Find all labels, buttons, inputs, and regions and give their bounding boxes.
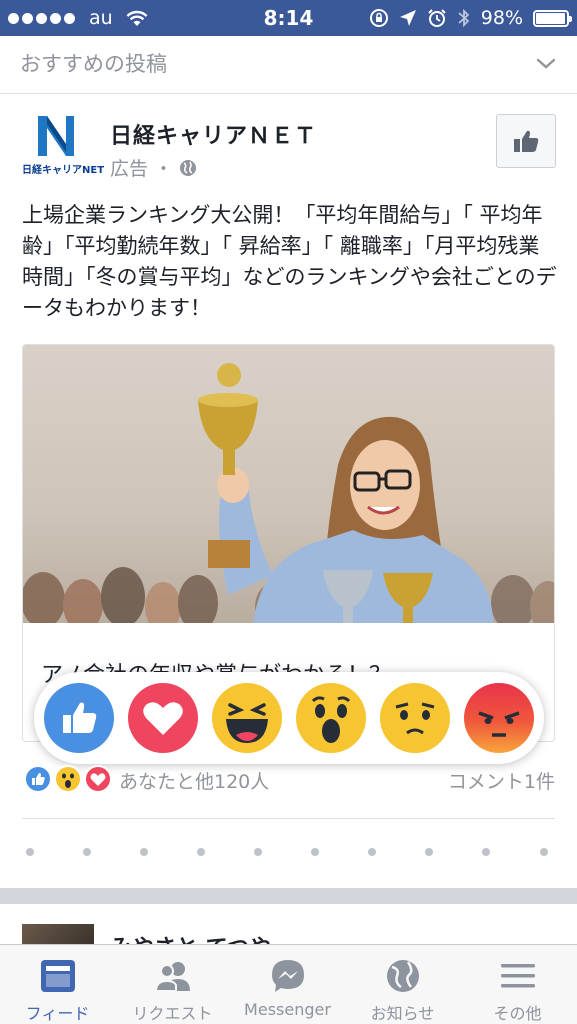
reaction-wow-button[interactable] (296, 683, 366, 753)
location-icon (399, 10, 416, 26)
wow-mini-icon (54, 765, 82, 793)
thumbs-up-icon (514, 130, 539, 152)
divider (22, 818, 555, 819)
page-dot (26, 848, 34, 856)
next-post[interactable]: みやさと てつや (0, 904, 577, 948)
reaction-love-button[interactable] (128, 683, 198, 753)
surprised-face-icon (311, 696, 351, 743)
tab-messenger[interactable]: Messenger (230, 945, 345, 1024)
love-mini-icon (84, 765, 112, 793)
feed-icon (41, 960, 75, 992)
section-title: おすすめの投稿 (20, 52, 167, 76)
friend-requests-icon (154, 962, 190, 992)
battery-icon (533, 9, 572, 27)
page-dot (482, 848, 490, 856)
battery-percent: 98% (480, 7, 523, 29)
page-logo[interactable]: 日経キャリアNET (22, 110, 104, 176)
sponsored-label: 広告 (110, 158, 149, 180)
page-dot (540, 848, 548, 856)
page-dot (83, 848, 91, 856)
page-dot (311, 848, 319, 856)
menu-icon (501, 964, 535, 988)
like-page-button[interactable] (496, 114, 556, 168)
page-name[interactable]: 日経キャリアＮＥＴ (110, 118, 317, 150)
page-dot (140, 848, 148, 856)
messenger-icon (272, 960, 304, 992)
post-text: 上場企業ランキング大公開！「平均年間給与」「 平均年齢」「平均勤続年数」「 昇給… (22, 203, 557, 320)
alarm-icon (428, 9, 446, 27)
globe-icon (180, 159, 197, 176)
trophy-photo-illustration (23, 363, 554, 623)
page-dot (368, 848, 376, 856)
tab-feed[interactable]: フィード (0, 945, 115, 1024)
reactions-picker (34, 672, 544, 764)
reaction-angry-button[interactable] (464, 683, 534, 753)
feed-divider (0, 888, 577, 904)
tab-label: お知らせ (370, 1004, 435, 1023)
tab-notifications[interactable]: お知らせ (345, 945, 460, 1024)
attachment-photo[interactable] (23, 345, 554, 623)
tab-label: その他 (493, 1004, 542, 1023)
sad-face-icon (395, 702, 435, 735)
tab-more[interactable]: その他 (460, 945, 575, 1024)
laughing-face-icon (226, 703, 268, 743)
logo-text: 日経キャリアNET (22, 165, 105, 176)
tab-requests[interactable]: リクエスト (115, 945, 230, 1024)
tab-label: リクエスト (132, 1004, 213, 1023)
globe-icon (387, 960, 419, 992)
reaction-summary[interactable]: あなたと他120人 コメント1件 (22, 762, 557, 798)
heart-icon (143, 702, 183, 735)
tab-label: Messenger (244, 1000, 331, 1019)
status-bar: au 8:14 98% (0, 0, 577, 36)
page-dot (197, 848, 205, 856)
like-mini-icon (24, 765, 52, 793)
page-dot (254, 848, 262, 856)
chevron-down-icon[interactable] (535, 52, 557, 74)
rotation-lock-icon (369, 9, 388, 27)
tab-label: フィード (25, 1004, 90, 1023)
comment-count[interactable]: コメント1件 (448, 767, 555, 794)
post-header: 日経キャリアNET 日経キャリアＮＥＴ 広告 ・ (0, 94, 577, 194)
tab-bar: フィード リクエスト Messenger お知らせ その他 (0, 944, 577, 1024)
reaction-haha-button[interactable] (212, 683, 282, 753)
meta-separator: ・ (154, 158, 174, 180)
reaction-sad-button[interactable] (380, 683, 450, 753)
bluetooth-icon (458, 8, 470, 28)
like-icon (63, 702, 97, 733)
carousel-page-indicator (22, 848, 557, 860)
reaction-count[interactable]: あなたと他120人 (119, 767, 269, 794)
nikkei-logo-icon (36, 114, 76, 158)
suggested-posts-header: おすすめの投稿 (0, 36, 577, 94)
reaction-like-button[interactable] (44, 683, 114, 753)
page-dot (425, 848, 433, 856)
angry-face-icon (478, 711, 520, 737)
post-meta: 広告 ・ (110, 154, 197, 181)
